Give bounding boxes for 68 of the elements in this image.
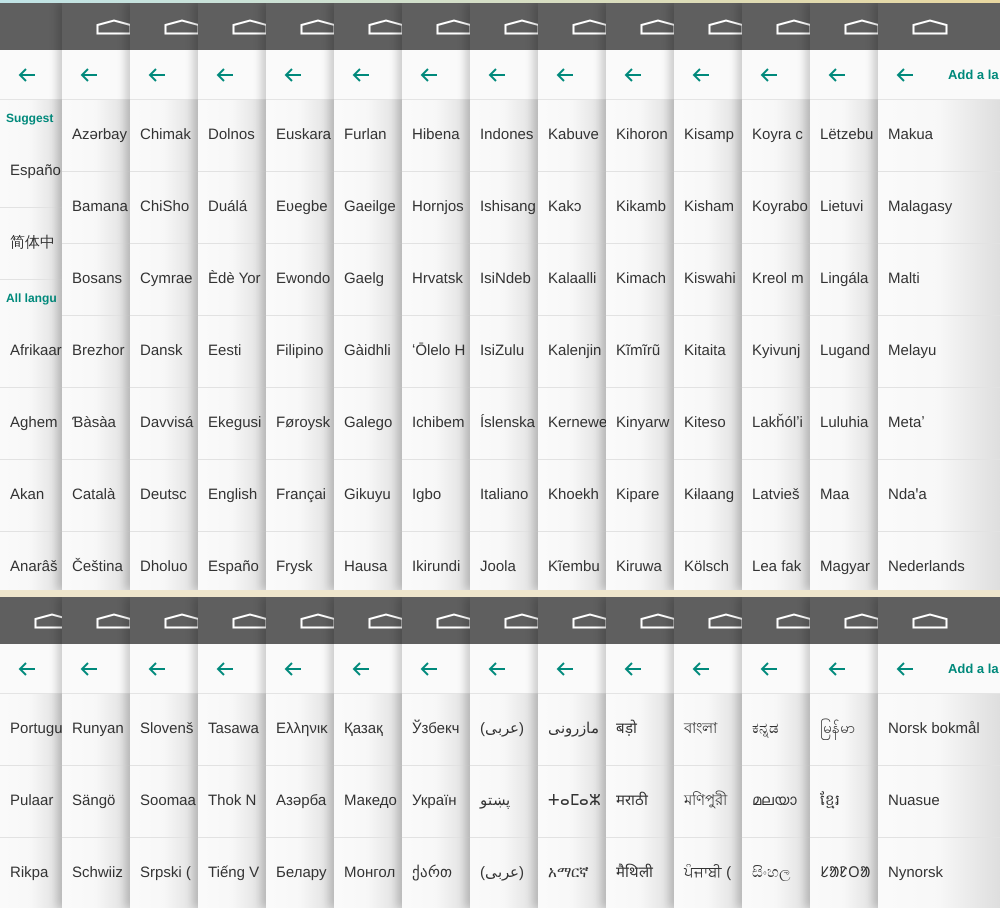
back-arrow-icon[interactable] xyxy=(488,660,506,676)
home-icon[interactable] xyxy=(164,18,198,34)
back-arrow-icon[interactable] xyxy=(692,66,710,82)
back-arrow-icon[interactable] xyxy=(216,660,234,676)
language-item[interactable]: Metaʼ xyxy=(878,388,1000,460)
section-heading: All langu xyxy=(5,290,58,307)
home-icon[interactable] xyxy=(300,612,334,628)
language-item[interactable]: Norsk bokmål xyxy=(878,694,1000,766)
back-arrow-icon[interactable] xyxy=(760,66,778,82)
back-arrow-icon[interactable] xyxy=(284,66,302,82)
home-icon[interactable] xyxy=(368,612,402,628)
home-icon[interactable] xyxy=(640,612,674,628)
home-icon[interactable] xyxy=(232,612,266,628)
back-arrow-icon[interactable] xyxy=(624,660,642,676)
home-icon[interactable] xyxy=(912,18,948,34)
home-icon[interactable] xyxy=(96,612,130,628)
home-icon[interactable] xyxy=(436,612,470,628)
page-title: Add a la xyxy=(948,660,999,678)
language-item[interactable]: Ndaꞌa xyxy=(878,460,1000,532)
home-icon[interactable] xyxy=(300,18,334,34)
back-arrow-icon[interactable] xyxy=(828,660,846,676)
home-icon[interactable] xyxy=(34,612,62,628)
back-arrow-icon[interactable] xyxy=(760,660,778,676)
back-arrow-icon[interactable] xyxy=(828,66,846,82)
back-arrow-icon[interactable] xyxy=(556,660,574,676)
home-icon[interactable] xyxy=(96,18,130,34)
home-icon[interactable] xyxy=(368,18,402,34)
language-item[interactable]: Nynorsk xyxy=(878,838,1000,908)
back-arrow-icon[interactable] xyxy=(896,66,914,82)
home-icon[interactable] xyxy=(572,18,606,34)
back-arrow-icon[interactable] xyxy=(352,660,370,676)
page-title: Add a la xyxy=(948,66,999,84)
home-icon[interactable] xyxy=(436,18,470,34)
back-arrow-icon[interactable] xyxy=(18,66,36,82)
back-arrow-icon[interactable] xyxy=(488,66,506,82)
back-arrow-icon[interactable] xyxy=(420,66,438,82)
back-arrow-icon[interactable] xyxy=(420,660,438,676)
home-icon[interactable] xyxy=(572,612,606,628)
home-icon[interactable] xyxy=(232,18,266,34)
back-arrow-icon[interactable] xyxy=(692,660,710,676)
back-arrow-icon[interactable] xyxy=(556,66,574,82)
back-arrow-icon[interactable] xyxy=(148,660,166,676)
back-arrow-icon[interactable] xyxy=(216,66,234,82)
home-icon[interactable] xyxy=(912,612,948,628)
home-icon[interactable] xyxy=(844,612,878,628)
language-item[interactable]: Makua xyxy=(878,100,1000,172)
home-icon[interactable] xyxy=(708,612,742,628)
language-item[interactable]: Malti xyxy=(878,244,1000,316)
back-arrow-icon[interactable] xyxy=(18,660,36,676)
home-icon[interactable] xyxy=(640,18,674,34)
back-arrow-icon[interactable] xyxy=(624,66,642,82)
back-arrow-icon[interactable] xyxy=(148,66,166,82)
back-arrow-icon[interactable] xyxy=(352,66,370,82)
language-item[interactable]: Malagasy xyxy=(878,172,1000,244)
language-item[interactable]: Melayu xyxy=(878,316,1000,388)
back-arrow-icon[interactable] xyxy=(896,660,914,676)
language-item[interactable]: Nuasue xyxy=(878,766,1000,838)
home-icon[interactable] xyxy=(776,612,810,628)
home-icon[interactable] xyxy=(844,18,878,34)
home-icon[interactable] xyxy=(708,18,742,34)
home-icon[interactable] xyxy=(504,612,538,628)
back-arrow-icon[interactable] xyxy=(284,660,302,676)
back-arrow-icon[interactable] xyxy=(80,660,98,676)
home-icon[interactable] xyxy=(504,18,538,34)
section-heading: Suggest xyxy=(5,110,54,127)
back-arrow-icon[interactable] xyxy=(80,66,98,82)
home-icon[interactable] xyxy=(776,18,810,34)
home-icon[interactable] xyxy=(164,612,198,628)
